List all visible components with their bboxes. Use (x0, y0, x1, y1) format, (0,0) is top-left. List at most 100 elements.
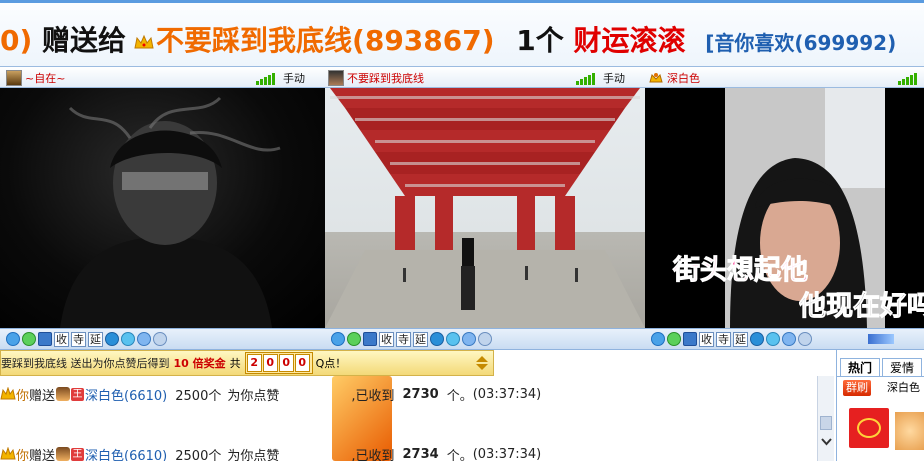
camera-icon[interactable] (137, 332, 151, 346)
prize-digit: 2 (246, 354, 262, 372)
collect-button[interactable]: 收 (54, 331, 69, 347)
mode-label[interactable]: 手动 (283, 70, 305, 86)
video-frame-image (60, 96, 281, 328)
banner-sender[interactable]: [音你喜欢(699992) (705, 31, 896, 55)
signal-strength-icon (576, 71, 595, 85)
delay-button[interactable]: 延 (413, 331, 428, 347)
scrollbar-thumb[interactable] (820, 416, 832, 430)
audio-icon[interactable] (22, 332, 36, 346)
video-icon[interactable] (105, 332, 119, 346)
camera-icon[interactable] (782, 332, 796, 346)
tab-divider (837, 376, 924, 377)
temple-button[interactable]: 寺 (396, 331, 411, 347)
prize-digit: 0 (294, 354, 310, 372)
play-icon[interactable] (651, 332, 665, 346)
video-controls-3: 收 寺 延 (645, 328, 924, 350)
signal-mode-1: 手动 (256, 68, 305, 88)
microphone-icon[interactable] (446, 332, 460, 346)
camera-icon[interactable] (462, 332, 476, 346)
message-amount: 2500个 (175, 388, 222, 404)
king-badge-icon: 王 (71, 387, 85, 401)
panel-user-name: 深白色 (887, 381, 920, 394)
banner-receiver[interactable]: 不要踩到我底线(893867) (156, 24, 495, 57)
message-sender[interactable]: 你 (16, 385, 29, 404)
message-time: (03:37:34) (472, 386, 542, 402)
gear-icon[interactable] (798, 332, 812, 346)
gift-banner-line: 0) 赠送给 不要踩到我底线(893867) 1个 财运滚滚 [音你喜欢(6999… (0, 23, 896, 61)
message-time: (03:37:34) (472, 446, 542, 461)
collect-button[interactable]: 收 (699, 331, 714, 347)
king-badge-icon: 王 (71, 447, 85, 461)
collect-button[interactable]: 收 (379, 331, 394, 347)
banner-gift-name: 财运滚滚 (573, 24, 686, 57)
delay-button[interactable]: 延 (88, 331, 103, 347)
message-receiver[interactable]: 深白色(6610) (85, 445, 167, 461)
user-slot-2[interactable]: 不要踩到我底线 (328, 68, 424, 88)
window-icon[interactable] (38, 332, 52, 346)
message-gift: 为你点赞 (227, 388, 280, 404)
crown-icon (134, 34, 154, 49)
rank-badge-icon (649, 73, 663, 83)
banner-gift-verb: 赠送给 (42, 24, 127, 57)
gift-banner: 0) 赠送给 不要踩到我底线(893867) 1个 财运滚滚 [音你喜欢(6999… (0, 0, 924, 66)
tab-hot[interactable]: 热门 (840, 358, 880, 377)
temple-button[interactable]: 寺 (716, 331, 731, 347)
audio-icon[interactable] (347, 332, 361, 346)
message-received-label: ,已收到 (351, 388, 395, 404)
gear-icon[interactable] (478, 332, 492, 346)
chat-scrollbar[interactable] (817, 376, 834, 461)
mode-label[interactable]: 手动 (603, 70, 625, 86)
user-slot-3[interactable]: 深白色 (648, 68, 700, 88)
banner-count: 1个 (516, 24, 564, 57)
chevron-down-icon[interactable] (821, 438, 832, 446)
chat-message: 你 赠送 王 深白色(6610) 2500个 为你点赞 ,已收到 2734 个。… (0, 444, 541, 461)
gear-icon[interactable] (153, 332, 167, 346)
user-name: 不要踩到我底线 (347, 72, 424, 85)
lyric-caption-2: 他现在好吗 (799, 291, 924, 323)
announce-text: 要踩到我底线 送出为你点赞后得到 (1, 357, 170, 370)
prize-counter: 2 0 0 0 (244, 352, 313, 374)
message-verb: 赠送 (29, 448, 56, 461)
volume-meter[interactable] (868, 334, 894, 344)
video-panel-2[interactable] (325, 88, 645, 328)
user-slot-1[interactable]: ~自在~ (6, 68, 65, 88)
window-icon[interactable] (363, 332, 377, 346)
banner-lead: 0) (0, 24, 33, 57)
group-brush-badge[interactable]: 群刷 (843, 380, 871, 396)
prize-digit: 0 (262, 354, 278, 372)
message-received-label: ,已收到 (351, 448, 395, 461)
message-sender[interactable]: 你 (16, 445, 29, 461)
video-frame-image (325, 88, 645, 328)
video-panel-3[interactable]: 街头想起他 他现在好吗 (645, 88, 924, 328)
microphone-icon[interactable] (121, 332, 135, 346)
gift-announcement-bar: 要踩到我底线 送出为你点赞后得到 10 倍奖金 共 2 0 0 0 Q点！ (0, 350, 494, 376)
temple-button[interactable]: 寺 (71, 331, 86, 347)
message-receiver[interactable]: 深白色(6610) (85, 385, 167, 404)
tab-love[interactable]: 爱情 (882, 358, 922, 377)
announce-unit: Q点！ (315, 357, 347, 370)
microphone-icon[interactable] (766, 332, 780, 346)
play-icon[interactable] (331, 332, 345, 346)
video-icon[interactable] (750, 332, 764, 346)
chat-message: 你 赠送 王 深白色(6610) 2500个 为你点赞 ,已收到 2730 个。… (0, 384, 541, 404)
user-name: 深白色 (667, 72, 700, 85)
video-icon[interactable] (430, 332, 444, 346)
chat-area: 你 赠送 王 深白色(6610) 2500个 为你点赞 ,已收到 2730 个。… (0, 376, 836, 461)
play-icon[interactable] (6, 332, 20, 346)
lyric-caption-1: 街头想起他 (673, 255, 809, 287)
delay-button[interactable]: 延 (733, 331, 748, 347)
video-controls-1: 收 寺 延 (0, 328, 325, 350)
red-packet-icon[interactable] (849, 408, 889, 448)
audio-icon[interactable] (667, 332, 681, 346)
scroll-arrows-icon[interactable] (473, 354, 491, 372)
user-avatar-icon (56, 387, 71, 401)
avatar (328, 70, 344, 86)
video-panel-1[interactable] (0, 88, 325, 328)
message-gift: 为你点赞 (227, 448, 280, 461)
crown-icon (0, 387, 16, 400)
window-icon[interactable] (683, 332, 697, 346)
avatar (6, 70, 22, 86)
message-amount: 2500个 (175, 448, 222, 461)
signal-mode-2: 手动 (576, 68, 625, 88)
gift-item-icon[interactable] (895, 412, 924, 450)
